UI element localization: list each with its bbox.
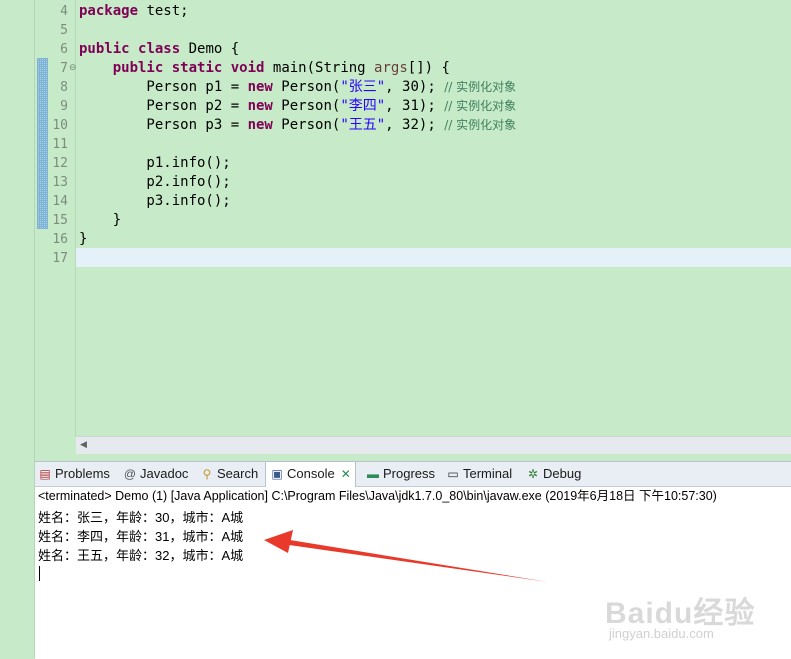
keyword: static — [171, 60, 223, 76]
code-line: p3.info(); — [79, 193, 231, 209]
code-text: main(String — [264, 60, 375, 76]
code-line: } — [79, 231, 88, 247]
keyword: public — [112, 60, 164, 76]
code-line: package test; — [79, 2, 189, 21]
line-number: 12 — [52, 156, 68, 171]
code-text: []) { — [407, 60, 450, 76]
tab-label: Terminal — [463, 466, 513, 481]
panel-tab-bar: ▤ Problems @ Javadoc ⚲ Search ▣ Console ✕ ▬ Pr… — [35, 461, 791, 487]
code-text: , 31); — [385, 98, 445, 114]
debug-icon: ✲ — [527, 467, 539, 481]
code-line: p2.info(); — [79, 174, 231, 190]
line-number: 6 — [60, 42, 68, 57]
tab-label: Progress — [383, 466, 436, 481]
console-icon: ▣ — [271, 467, 283, 481]
line-number: 16 — [52, 232, 68, 247]
line-number: 13 — [52, 175, 68, 190]
problems-icon: ▤ — [39, 467, 51, 481]
progress-icon: ▬ — [367, 467, 379, 481]
console-output-line: 姓名：张三，年龄：30，城市：A城 — [38, 510, 244, 525]
code-line: Person p1 = new Person("张三", 30); // 实例化… — [79, 78, 516, 97]
line-number: 15 — [52, 213, 68, 228]
code-text: Demo { — [180, 41, 240, 57]
tab-label: Debug — [543, 466, 582, 481]
tab-label: Problems — [55, 466, 110, 481]
outer-left-strip — [0, 0, 35, 658]
scroll-left-arrow-icon[interactable]: ◀ — [80, 439, 87, 450]
code-text: Person( — [272, 117, 341, 133]
line-number: 5 — [60, 23, 68, 38]
tab-javadoc[interactable]: @ Javadoc — [123, 462, 189, 486]
tab-label: Console — [287, 466, 335, 481]
keyword: new — [247, 98, 273, 114]
keyword: void — [230, 60, 265, 76]
comment: // 实例化对象 — [444, 99, 517, 113]
line-number: 8 — [60, 80, 68, 95]
line-number: 17 — [52, 251, 68, 266]
tab-label: Search — [217, 466, 259, 481]
console-output-line: 姓名：李四，年龄：31，城市：A城 — [38, 529, 244, 544]
horizontal-scrollbar[interactable]: ◀ — [76, 436, 791, 454]
watermark: Baidu经验 jingyan.baidu.com — [605, 574, 785, 654]
console-status: <terminated> Demo (1) [Java Application]… — [38, 489, 717, 503]
code-text: , 32); — [385, 117, 445, 133]
tab-label: Javadoc — [140, 466, 189, 481]
tab-debug[interactable]: ✲ Debug — [526, 462, 581, 486]
line-number: 4 — [60, 4, 68, 19]
keyword: public — [79, 41, 130, 57]
code-line: } — [79, 212, 122, 228]
code-text: , 30); — [385, 79, 445, 95]
line-number: 11 — [52, 137, 68, 152]
line-number-gutter: 4 5 6 7 ⊖ 8 9 10 11 12 13 14 15 16 17 — [48, 0, 77, 436]
code-text: Person p3 = — [79, 117, 248, 133]
tab-console[interactable]: ▣ Console ✕ — [265, 461, 356, 487]
code-text: Person( — [272, 98, 341, 114]
keyword: new — [247, 117, 273, 133]
code-text: test; — [138, 3, 189, 19]
code-area[interactable]: package test; public class Demo { public… — [76, 0, 791, 436]
string-literal: "王五" — [340, 117, 386, 133]
comment: // 实例化对象 — [444, 118, 517, 132]
code-line: Person p3 = new Person("王五", 32); // 实例化… — [79, 116, 516, 135]
search-icon: ⚲ — [202, 467, 212, 481]
tab-problems[interactable]: ▤ Problems — [38, 462, 110, 486]
javadoc-icon: @ — [123, 467, 137, 481]
console-output-line: 姓名：王五，年龄：32，城市：A城 — [38, 548, 244, 563]
watermark-url: jingyan.baidu.com — [609, 626, 714, 641]
tab-terminal[interactable]: ▭ Terminal — [446, 462, 512, 486]
parameter-name: args — [374, 60, 408, 76]
keyword: new — [247, 79, 273, 95]
code-text: Person( — [272, 79, 341, 95]
code-text: Person p1 = — [79, 79, 248, 95]
code-line: public static void main(String args[]) { — [79, 59, 450, 78]
tab-progress[interactable]: ▬ Progress — [366, 462, 435, 486]
line-number: 7 — [60, 61, 68, 76]
code-line: p1.info(); — [79, 155, 231, 171]
string-literal: "张三" — [340, 79, 386, 95]
text-cursor — [39, 566, 40, 581]
line-number: 14 — [52, 194, 68, 209]
tab-search[interactable]: ⚲ Search — [200, 462, 259, 486]
line-number: 10 — [52, 118, 68, 133]
comment: // 实例化对象 — [444, 80, 517, 94]
change-ruler — [37, 58, 48, 229]
keyword: package — [79, 3, 139, 19]
close-tab-icon[interactable]: ✕ — [341, 467, 351, 481]
code-text: Person p2 = — [79, 98, 248, 114]
string-literal: "李四" — [340, 98, 386, 114]
terminal-icon: ▭ — [447, 467, 459, 481]
code-line: Person p2 = new Person("李四", 31); // 实例化… — [79, 97, 516, 116]
line-number: 9 — [60, 99, 68, 114]
keyword: class — [138, 41, 181, 57]
code-line: public class Demo { — [79, 40, 239, 59]
